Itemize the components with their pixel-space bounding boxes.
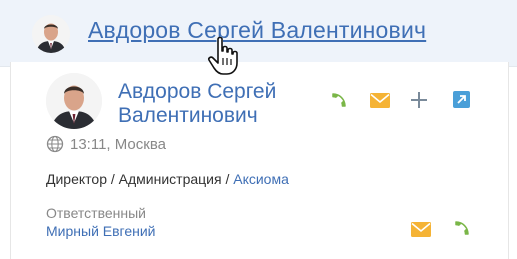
contact-name-line1[interactable]: Авдоров Сергей xyxy=(118,80,308,104)
time-text: 13:11, Москва xyxy=(70,135,166,153)
owner-name-link[interactable]: Мирный Евгений xyxy=(46,223,156,239)
contact-photo xyxy=(46,73,102,129)
phone-icon xyxy=(332,93,346,107)
owner-call-button[interactable] xyxy=(452,218,472,238)
phone-icon xyxy=(455,221,469,235)
send-email-button[interactable] xyxy=(370,91,390,109)
open-card-button[interactable] xyxy=(452,90,470,108)
job-title-text: Директор / Администрация / xyxy=(46,171,234,187)
globe-clock-icon xyxy=(46,135,64,153)
contact-mini-page: Авдоров Сергей Валентинович Авдоров Серг… xyxy=(0,0,517,259)
envelope-icon xyxy=(370,92,390,108)
account-link[interactable]: Аксиома xyxy=(233,171,289,187)
owner-label: Ответственный xyxy=(46,205,146,221)
add-button[interactable] xyxy=(409,90,429,110)
plus-icon xyxy=(411,92,427,108)
call-button[interactable] xyxy=(329,90,349,110)
hand-pointer-icon xyxy=(208,36,238,75)
contact-name-link[interactable]: Авдоров Сергей Валентинович xyxy=(88,17,426,44)
contact-full-name[interactable]: Авдоров Сергей Валентинович xyxy=(118,80,308,128)
local-time: 13:11, Москва xyxy=(46,135,166,153)
contact-name-line2[interactable]: Валентинович xyxy=(118,104,308,128)
contact-header-bar: Авдоров Сергей Валентинович xyxy=(0,0,517,67)
owner-email-button[interactable] xyxy=(411,220,431,238)
job-info: Директор / Администрация / Аксиома xyxy=(46,171,289,187)
contact-avatar[interactable] xyxy=(32,15,70,53)
envelope-icon xyxy=(411,221,431,237)
open-external-icon xyxy=(452,90,470,108)
